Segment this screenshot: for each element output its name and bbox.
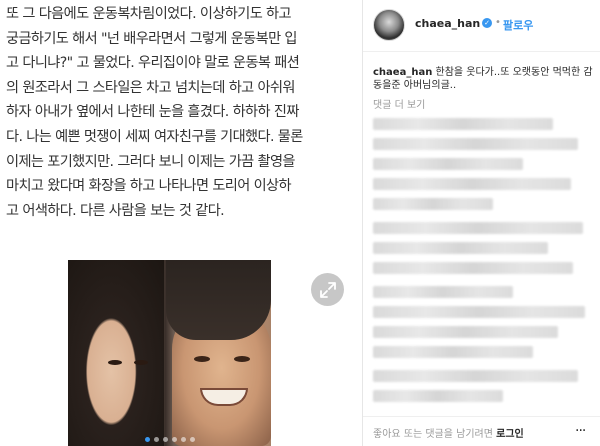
blurred-comment — [373, 222, 583, 234]
load-more-comments-link[interactable]: 댓글 더 보기 — [373, 96, 425, 111]
caption-username[interactable]: chaea_han — [373, 67, 432, 78]
carousel-dot[interactable] — [180, 437, 186, 442]
woman-eye — [134, 360, 148, 365]
carousel-dot[interactable] — [189, 437, 195, 442]
article-line: 다. 나는 예쁜 멋쟁이 세찌 여자친구를 기대했다. 물론 — [6, 128, 303, 145]
article-line: 하자 아내가 옆에서 나한테 눈을 흘겼다. 하하하 진짜 — [6, 104, 299, 121]
carousel-indicator — [68, 437, 271, 442]
woman-eye — [108, 360, 122, 365]
more-options-icon[interactable]: ··· — [575, 423, 586, 439]
article-line: 고 어색하다. 다른 사람을 보는 것 같다. — [6, 202, 225, 219]
man-hair — [166, 260, 271, 340]
man-eye — [234, 356, 250, 362]
blurred-comment — [373, 286, 513, 298]
login-prompt: 좋아요 또는 댓글을 남기려면 로그인 — [373, 425, 524, 440]
blurred-comment — [373, 390, 503, 402]
username-link[interactable]: chaea_han — [415, 17, 480, 30]
blurred-comment — [373, 242, 548, 254]
avatar[interactable] — [373, 9, 405, 41]
expand-button[interactable] — [311, 273, 344, 306]
post-caption: chaea_han 한참을 웃다가..또 오랫동안 먹먹한 감동을준 아버님의글… — [373, 66, 595, 92]
expand-arrows-icon — [319, 281, 336, 298]
article-line: 의 원조라서 그 스타일은 차고 넘치는데 하고 아쉬워 — [6, 79, 295, 96]
carousel-dot[interactable] — [162, 437, 168, 442]
separator-dot: • — [495, 17, 501, 28]
woman-figure — [68, 260, 164, 446]
blurred-comment — [373, 346, 533, 358]
blurred-comment — [373, 370, 578, 382]
blurred-comment — [373, 262, 573, 274]
follow-button[interactable]: 팔로우 — [503, 17, 533, 33]
blurred-comment — [373, 118, 553, 130]
article-line: 마치고 왔다며 화장을 하고 나타나면 도리어 이상하 — [6, 178, 292, 195]
instagram-embed: chaea_han ✓ • 팔로우 chaea_han 한참을 웃다가..또 오… — [362, 0, 600, 446]
blurred-comment — [373, 326, 558, 338]
blurred-comment — [373, 138, 578, 150]
login-link[interactable]: 로그인 — [496, 429, 524, 440]
man-eye — [194, 356, 210, 362]
carousel-dot[interactable] — [144, 437, 150, 442]
instagram-footer: 좋아요 또는 댓글을 남기려면 로그인 ··· — [363, 416, 600, 446]
article-line: 고 다니냐?" 고 물었다. 우리집이야 말로 운동복 패션 — [6, 55, 300, 72]
blurred-comment — [373, 198, 493, 210]
blurred-comment — [373, 178, 571, 190]
blurred-comment — [373, 306, 585, 318]
carousel-dot[interactable] — [153, 437, 159, 442]
verified-badge-icon: ✓ — [482, 18, 492, 28]
article-line: 또 그 다음에도 운동복차림이었다. 이상하기도 하고 — [6, 6, 292, 22]
instagram-header: chaea_han ✓ • 팔로우 — [363, 0, 600, 52]
article-body: 또 그 다음에도 운동복차림이었다. 이상하기도 하고 궁금하기도 해서 "넌 … — [6, 2, 356, 223]
article-line: 이제는 포기했지만. 그러다 보니 이제는 가끔 촬영을 — [6, 153, 295, 170]
login-prompt-text: 좋아요 또는 댓글을 남기려면 — [373, 429, 497, 440]
article-column: 또 그 다음에도 운동복차림이었다. 이상하기도 하고 궁금하기도 해서 "넌 … — [0, 0, 362, 446]
blurred-comment — [373, 158, 523, 170]
carousel-dot[interactable] — [171, 437, 177, 442]
instagram-photo[interactable] — [68, 260, 271, 446]
article-line: 궁금하기도 해서 "넌 배우라면서 그렇게 운동복만 입 — [6, 30, 297, 47]
